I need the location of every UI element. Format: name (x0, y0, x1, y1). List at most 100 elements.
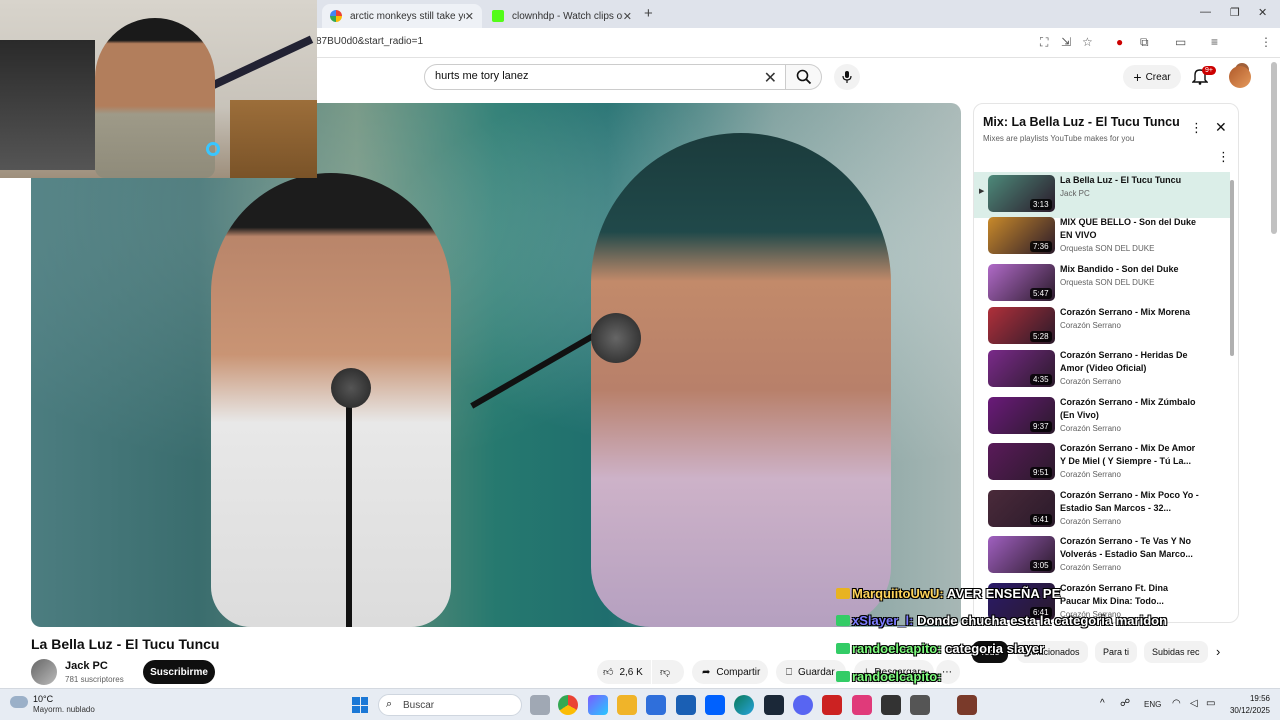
app-icon[interactable] (881, 695, 901, 715)
menu-icon[interactable]: ⋮ (1260, 35, 1272, 49)
minimize-button[interactable]: — (1200, 6, 1211, 18)
playlist-item-channel: Orquesta SON DEL DUKE (1060, 244, 1155, 253)
app-icon[interactable] (957, 695, 977, 715)
chat-username: randoelcapito: (852, 669, 942, 684)
subscribe-button[interactable]: Suscribirme (143, 660, 215, 684)
file-explorer-icon[interactable] (617, 695, 637, 715)
clock-date[interactable]: 30/12/2025 (1226, 706, 1270, 715)
chat-message: randoelcapito: (836, 669, 942, 684)
wifi-icon[interactable]: ◠ (1172, 698, 1181, 709)
discord-icon[interactable] (793, 695, 813, 715)
network-icon[interactable]: ☍ (1120, 698, 1130, 709)
taskbar-search[interactable]: ⌕ Buscar (378, 694, 522, 716)
app-icon[interactable] (852, 695, 872, 715)
page-scrollbar[interactable] (1271, 62, 1277, 234)
browser-tab-active[interactable]: arctic monkeys still take you ho ✕ (322, 4, 482, 28)
restore-button[interactable]: ❐ (1230, 6, 1240, 19)
playlist-item[interactable]: 6:41 Corazón Serrano - Mix Poco Yo - Esta… (974, 487, 1230, 533)
save-label: Guardar (798, 666, 835, 678)
mix-playlist-panel: Mix: La Bella Luz - El Tucu Tuncu Mixes … (973, 103, 1239, 623)
url-field[interactable]: 87BU0d0&start_radio=1 (316, 36, 423, 47)
browser-tab-kick[interactable]: clownhdp - Watch clips on Kick ✕ (484, 4, 640, 28)
account-avatar[interactable] (1229, 66, 1251, 88)
opera-gx-icon[interactable] (822, 695, 842, 715)
clock-time[interactable]: 19:56 (1236, 694, 1270, 703)
extensions-icon[interactable]: ⧉ (1140, 35, 1149, 50)
clear-search-icon[interactable]: ✕ (764, 68, 777, 88)
install-icon[interactable]: ⇲ (1061, 35, 1071, 49)
bookmark-star-icon[interactable]: ☆ (1082, 35, 1093, 49)
playlist-item[interactable]: 9:37 Corazón Serrano - Mix Zúmbalo (En Vi… (974, 394, 1230, 440)
weather-temperature[interactable]: 10°C (33, 694, 53, 704)
chrome-icon[interactable] (558, 695, 578, 715)
search-box[interactable]: hurts me tory lanez ✕ (424, 64, 786, 90)
windows-start-button[interactable] (352, 697, 368, 713)
duration-badge: 9:37 (1030, 421, 1052, 432)
playlist-item-channel: Orquesta SON DEL DUKE (1060, 278, 1155, 287)
playlist-item[interactable]: 9:51 Corazón Serrano - Mix De Amor Y De M… (974, 440, 1230, 486)
duration-badge: 3:05 (1030, 560, 1052, 571)
close-playlist-icon[interactable]: ✕ (1215, 119, 1227, 136)
chat-username: xSlayer_l: (852, 613, 914, 628)
playlist-item-channel: Corazón Serrano (1060, 321, 1121, 330)
mail-icon[interactable] (676, 695, 696, 715)
chat-username: randoelcapito: (852, 641, 942, 656)
volume-icon[interactable]: ◁ (1190, 698, 1198, 709)
playlist-item-channel: Corazón Serrano (1060, 424, 1121, 433)
playlist-item-title: Corazón Serrano - Mix Poco Yo - Estadio … (1060, 490, 1199, 513)
playlist-item[interactable]: 7:36 MIX QUE BELLO - Son del Duke EN VIVO… (974, 214, 1230, 260)
new-tab-button[interactable]: + (644, 5, 653, 22)
copilot-icon[interactable] (588, 695, 608, 715)
playlist-item-title: MIX QUE BELLO - Son del Duke EN VIVO (1060, 217, 1197, 240)
create-button[interactable]: + Crear (1123, 65, 1181, 89)
close-tab-icon[interactable]: ✕ (623, 10, 632, 23)
video-player[interactable] (31, 103, 961, 627)
language-indicator[interactable]: ENG (1144, 700, 1161, 709)
playlist-scrollbar[interactable] (1230, 180, 1234, 356)
search-input[interactable]: hurts me tory lanez (435, 70, 529, 82)
steam-icon[interactable] (764, 695, 784, 715)
chip-2[interactable]: Para ti (1095, 641, 1138, 663)
dislike-button[interactable]: 👎︎ (652, 660, 684, 684)
playlist-item-title: Corazón Serrano - Mix Zúmbalo (En Vivo) (1060, 397, 1196, 420)
like-button[interactable]: 👍︎ 2,6 K (597, 660, 651, 684)
edge-icon[interactable] (734, 695, 754, 715)
playlist-item[interactable]: 5:28 Corazón Serrano - Mix Morena Corazón … (974, 304, 1230, 350)
opera-icon[interactable]: ● (1116, 35, 1123, 49)
microphone (331, 368, 371, 408)
voice-search-button[interactable] (834, 64, 860, 90)
playlist-title: Mix: La Bella Luz - El Tucu Tuncu (983, 115, 1180, 129)
playlist-more-icon[interactable]: ⋮ (1190, 120, 1203, 136)
task-view-icon[interactable] (530, 695, 550, 715)
cast-icon[interactable]: ▭ (1175, 35, 1186, 49)
chevron-right-icon[interactable]: › (1216, 644, 1220, 659)
chip-3[interactable]: Subidas rec (1144, 641, 1208, 663)
app-icon[interactable] (910, 695, 930, 715)
store-icon[interactable] (646, 695, 666, 715)
playlist-item[interactable]: ▶ 3:13 La Bella Luz - El Tucu Tuncu Jack PC (974, 172, 1230, 218)
playlist-options-icon[interactable]: ⋮ (1217, 149, 1230, 165)
chat-message: xSlayer_l: Donde chucha esta la categori… (836, 613, 1167, 628)
close-tab-icon[interactable]: ✕ (465, 10, 474, 23)
close-window-button[interactable]: ✕ (1258, 6, 1267, 19)
weather-description[interactable]: Mayorm. nublado (33, 705, 95, 714)
thumbs-up-icon: 👍︎ (603, 667, 614, 678)
playlist-item[interactable]: 4:35 Corazón Serrano - Heridas De Amor (V… (974, 347, 1230, 393)
playlist-item-channel: Jack PC (1060, 189, 1090, 198)
streamer (95, 18, 215, 178)
dropbox-icon[interactable] (705, 695, 725, 715)
translate-icon[interactable]: ⛶ (1040, 35, 1048, 50)
subscriber-count: 781 suscriptores (65, 675, 124, 684)
share-icon: ➦ (702, 666, 711, 678)
media-icon[interactable]: ≡ (1211, 35, 1218, 49)
search-button[interactable] (786, 64, 822, 90)
share-button[interactable]: ➦ Compartir (692, 660, 768, 684)
battery-icon[interactable]: ▭ (1206, 698, 1215, 709)
bookmark-icon: ⎕ (786, 666, 792, 678)
playlist-item[interactable]: 3:05 Corazón Serrano - Te Vas Y No Volver… (974, 533, 1230, 579)
channel-avatar[interactable] (31, 659, 57, 685)
notification-badge: 9+ (1202, 66, 1216, 75)
channel-name[interactable]: Jack PC (65, 660, 108, 672)
chevron-up-icon[interactable]: ^ (1100, 698, 1105, 709)
playlist-item[interactable]: 5:47 Mix Bandido - Son del Duke Orquesta S… (974, 261, 1230, 307)
